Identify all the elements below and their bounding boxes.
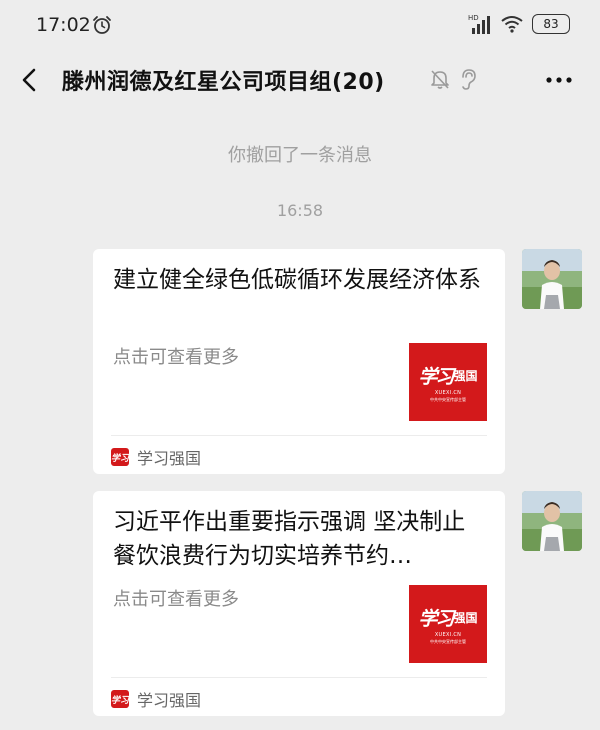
alarm-icon bbox=[93, 16, 111, 34]
card-divider bbox=[111, 435, 487, 436]
more-icon[interactable] bbox=[544, 70, 574, 90]
thumb-slogan: 中共中央宣传部主管 bbox=[430, 638, 466, 644]
card-divider bbox=[111, 677, 487, 678]
xuexi-logo-icon: 学习 bbox=[111, 690, 129, 708]
card-description: 点击可查看更多 bbox=[113, 347, 239, 368]
avatar[interactable] bbox=[522, 491, 582, 551]
xuexi-logo-icon: 学习 bbox=[111, 448, 129, 466]
link-card[interactable]: 建立健全绿色低碳循环发展经济体系 点击可查看更多 学习 强国 XUEXI.CN … bbox=[93, 249, 505, 474]
source-name: 学习强国 bbox=[137, 691, 202, 710]
thumb-calligraphy: 学习 bbox=[418, 365, 454, 388]
card-description: 点击可查看更多 bbox=[113, 589, 239, 610]
back-icon[interactable] bbox=[16, 64, 44, 96]
card-source: 学习 学习强国 bbox=[111, 445, 201, 469]
network-label: HD bbox=[468, 14, 479, 22]
status-time: 17:02 bbox=[36, 14, 91, 36]
thumb-slogan: 中共中央宣传部主管 bbox=[430, 396, 466, 402]
thumb-url: XUEXI.CN bbox=[434, 631, 462, 638]
signal-icon: HD bbox=[468, 14, 490, 34]
thumb-url: XUEXI.CN bbox=[434, 389, 462, 396]
chat-header: 滕州润德及红星公司项目组(20) bbox=[0, 52, 600, 108]
wifi-icon bbox=[501, 16, 523, 33]
thumb-brand: 强国 bbox=[453, 610, 478, 625]
recall-notice: 你撤回了一条消息 bbox=[228, 145, 372, 166]
avatar[interactable] bbox=[522, 249, 582, 309]
thumb-brand: 强国 bbox=[453, 368, 478, 383]
card-title: 习近平作出重要指示强调 坚决制止餐饮浪费行为切实培养节约… bbox=[113, 509, 466, 569]
ear-icon bbox=[462, 69, 476, 90]
card-thumbnail: 学习 强国 XUEXI.CN 中共中央宣传部主管 bbox=[409, 343, 487, 421]
card-source: 学习 学习强国 bbox=[111, 687, 201, 711]
battery-indicator: 83 bbox=[532, 14, 570, 34]
message-timestamp: 16:58 bbox=[276, 201, 324, 220]
status-indicators: HD 83 bbox=[468, 13, 570, 35]
card-title: 建立健全绿色低碳循环发展经济体系 bbox=[113, 267, 481, 293]
link-card[interactable]: 习近平作出重要指示强调 坚决制止餐饮浪费行为切实培养节约… 点击可查看更多 学习… bbox=[93, 491, 505, 716]
source-name: 学习强国 bbox=[137, 449, 202, 468]
mute-icon bbox=[431, 70, 449, 89]
thumb-calligraphy: 学习 bbox=[418, 607, 454, 630]
status-bar: 17:02 HD 83 bbox=[0, 0, 600, 50]
chat-title: 滕州润德及红星公司项目组(20) bbox=[62, 70, 385, 95]
avatar-image bbox=[522, 249, 582, 309]
avatar-image bbox=[522, 491, 582, 551]
card-thumbnail: 学习 强国 XUEXI.CN 中共中央宣传部主管 bbox=[409, 585, 487, 663]
